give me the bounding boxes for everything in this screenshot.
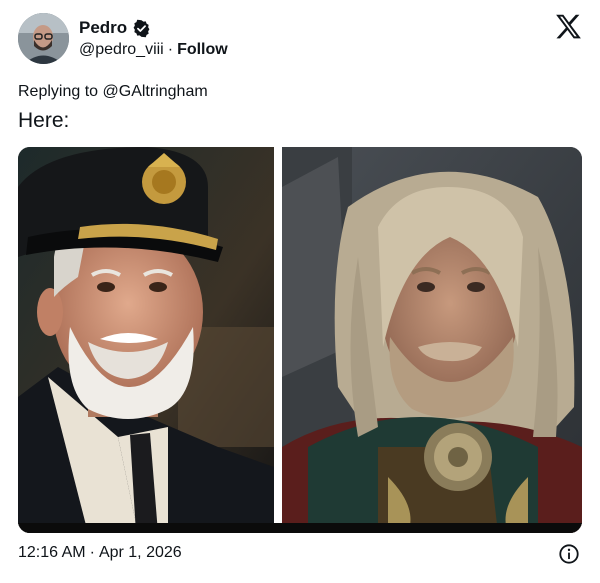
right-photo: [282, 147, 582, 533]
tweet-media-image: [18, 147, 582, 533]
author-name-row: Pedro: [79, 18, 151, 38]
person-avatar-icon: [18, 13, 69, 64]
x-logo-icon[interactable]: [555, 14, 582, 39]
left-photo: [18, 147, 274, 533]
reply-context: Replying to @GAltringham: [18, 82, 208, 102]
handle-separator: ·: [167, 41, 174, 58]
author-handle[interactable]: @pedro_viii: [79, 40, 164, 60]
verified-badge-icon: [133, 19, 150, 37]
tweet-date: Apr 1, 2026: [98, 544, 182, 561]
author-avatar[interactable]: [18, 13, 69, 64]
tweet-timestamp[interactable]: 12:16 AM · Apr 1, 2026: [18, 543, 182, 563]
reply-target-link[interactable]: @GAltringham: [103, 83, 208, 100]
timestamp-separator: ·: [89, 544, 95, 561]
reply-prefix: Replying to: [18, 83, 99, 100]
author-display-name[interactable]: Pedro: [79, 18, 127, 38]
author-handle-row: @pedro_viii · Follow: [79, 40, 228, 60]
follow-button[interactable]: Follow: [177, 40, 228, 60]
tweet-time: 12:16 AM: [18, 544, 86, 561]
tweet-text: Here:: [18, 109, 70, 132]
tweet-media[interactable]: [18, 147, 582, 533]
info-icon[interactable]: [558, 543, 580, 565]
tweet-card: Pedro @pedro_viii · Follow Replying to @…: [0, 0, 600, 583]
